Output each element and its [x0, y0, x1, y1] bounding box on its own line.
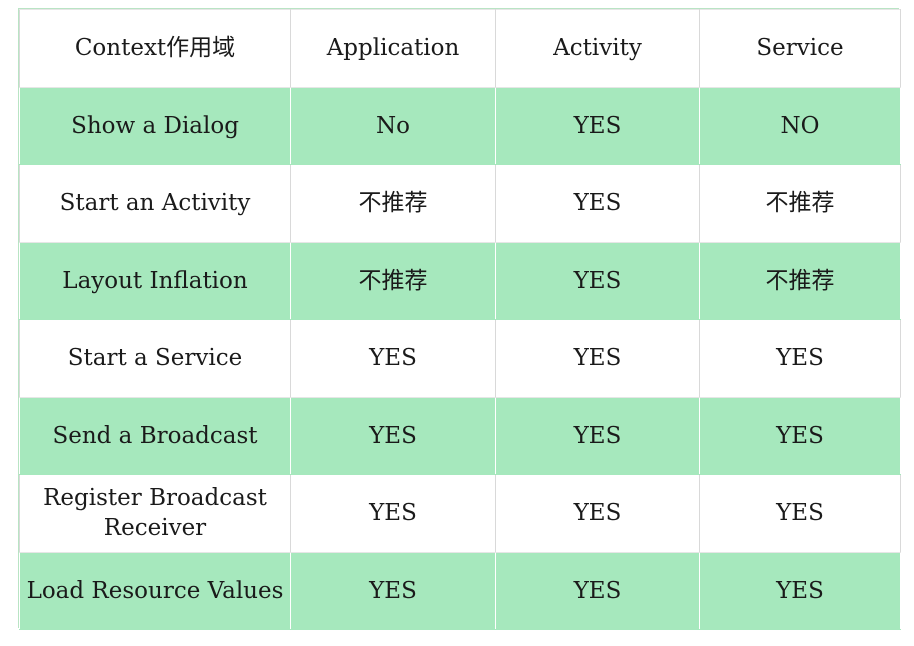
table-header-row: Context作用域 Application Activity Service — [19, 9, 901, 88]
cell-application: YES — [290, 319, 496, 398]
cell-activity: YES — [495, 551, 700, 630]
cell-application: 不推荐 — [290, 241, 496, 320]
cell-activity: YES — [495, 396, 700, 475]
row-label-show-dialog: Show a Dialog — [19, 86, 291, 165]
table-row: Send a Broadcast YES YES YES — [19, 396, 901, 475]
header-cell-activity: Activity — [495, 9, 700, 88]
cell-service: 不推荐 — [699, 241, 901, 320]
cell-activity: YES — [495, 474, 700, 553]
table-row: Register Broadcast Receiver YES YES YES — [19, 474, 901, 553]
cell-activity: YES — [495, 164, 700, 243]
row-label-register-broadcast-receiver: Register Broadcast Receiver — [19, 474, 291, 553]
table-row: Start a Service YES YES YES — [19, 319, 901, 398]
cell-application: No — [290, 86, 496, 165]
cell-activity: YES — [495, 241, 700, 320]
cell-application: YES — [290, 474, 496, 553]
cell-service: YES — [699, 396, 901, 475]
context-scope-table: Context作用域 Application Activity Service … — [19, 9, 901, 630]
table-row: Layout Inflation 不推荐 YES 不推荐 — [19, 241, 901, 320]
cell-activity: YES — [495, 86, 700, 165]
table-row: Load Resource Values YES YES YES — [19, 551, 901, 630]
cell-application: YES — [290, 551, 496, 630]
row-label-send-broadcast: Send a Broadcast — [19, 396, 291, 475]
row-label-start-service: Start a Service — [19, 319, 291, 398]
cell-application: YES — [290, 396, 496, 475]
cell-service: YES — [699, 551, 901, 630]
cell-activity: YES — [495, 319, 700, 398]
cell-service: 不推荐 — [699, 164, 901, 243]
cell-service: YES — [699, 474, 901, 553]
row-label-layout-inflation: Layout Inflation — [19, 241, 291, 320]
header-cell-application: Application — [290, 9, 496, 88]
header-cell-service: Service — [699, 9, 901, 88]
row-label-start-activity: Start an Activity — [19, 164, 291, 243]
context-scope-table-container: Context作用域 Application Activity Service … — [18, 8, 901, 630]
header-cell-context-scope: Context作用域 — [19, 9, 291, 88]
cell-service: YES — [699, 319, 901, 398]
row-label-load-resource-values: Load Resource Values — [19, 551, 291, 630]
cell-application: 不推荐 — [290, 164, 496, 243]
table-row: Start an Activity 不推荐 YES 不推荐 — [19, 164, 901, 243]
cell-service: NO — [699, 86, 901, 165]
table-row: Show a Dialog No YES NO — [19, 86, 901, 165]
